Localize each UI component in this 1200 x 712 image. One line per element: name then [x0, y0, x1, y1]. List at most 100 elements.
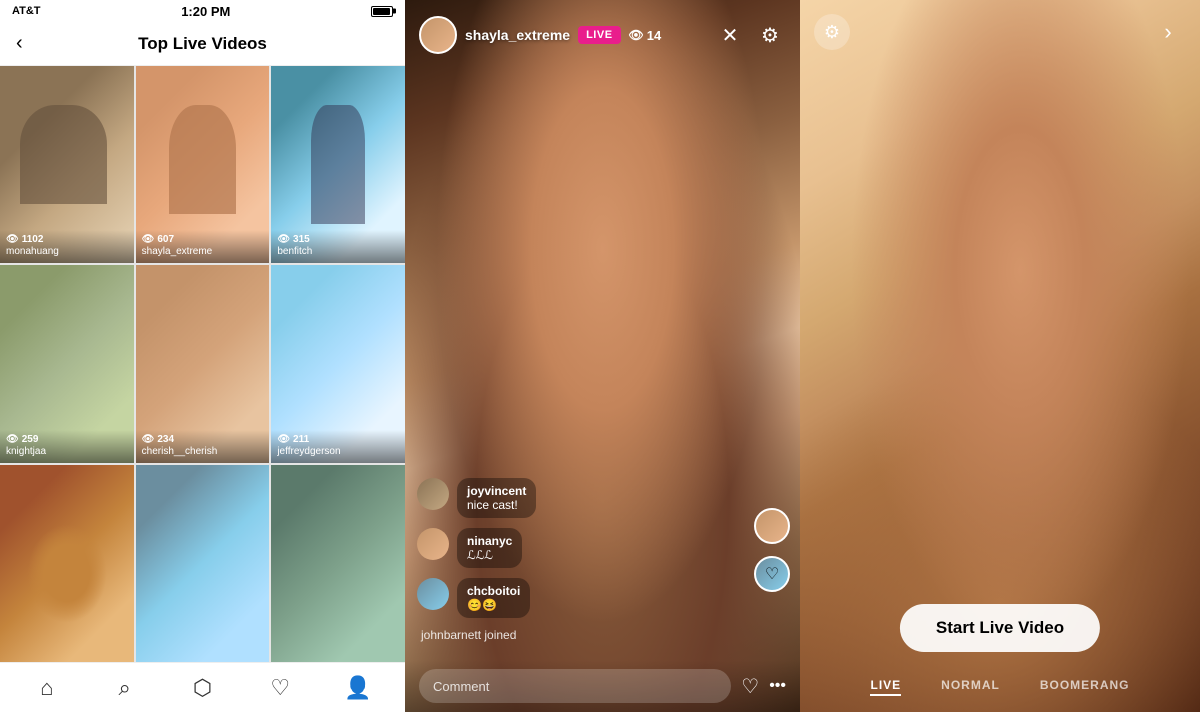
nav-heart[interactable]: ♡ — [258, 666, 302, 710]
right-bottom-tabs: LIVE NORMAL BOOMERANG — [800, 678, 1200, 696]
tab-boomerang[interactable]: BOOMERANG — [1040, 678, 1130, 696]
grid-item-6[interactable]: 👁 211 jeffreydgerson — [271, 265, 405, 462]
grid-item-1[interactable]: 👁 1102 monahuang — [0, 66, 134, 263]
settings-icon: ⚙ — [761, 23, 779, 48]
grid-username-1: monahuang — [6, 246, 128, 257]
tab-live[interactable]: LIVE — [870, 678, 901, 696]
more-button[interactable]: ••• — [769, 677, 786, 695]
comment-user-2: ninanyc — [467, 534, 512, 548]
profile-icon: 👤 — [344, 675, 371, 701]
comment-avatar-3 — [417, 578, 449, 610]
grid-item-5[interactable]: 👁 234 cherish__cherish — [136, 265, 270, 462]
grid-count-4: 👁 259 — [6, 434, 128, 445]
live-badge: LIVE — [578, 26, 620, 44]
close-icon: ✕ — [722, 23, 739, 48]
page-title: Top Live Videos — [138, 34, 267, 54]
live-top-bar: shayla_extreme LIVE 👁 14 ✕ ⚙ — [405, 0, 800, 60]
nav-home[interactable]: ⌂ — [25, 666, 69, 710]
live-comments-area: joyvincent nice cast! ninanyc ℒℒℒ chcboi… — [405, 478, 750, 642]
grid-item-2[interactable]: 👁 607 shayla_extreme — [136, 66, 270, 263]
eye-icon-4: 👁 — [6, 434, 19, 445]
live-reactions-sidebar: ♡ — [754, 508, 790, 592]
video-grid: 👁 1102 monahuang 👁 607 shayla_extreme 👁 … — [0, 66, 405, 662]
start-live-label: Start Live Video — [936, 618, 1064, 637]
right-top-bar: ⚙ › — [814, 14, 1186, 50]
heart-icon: ♡ — [270, 675, 290, 701]
right-settings-icon: ⚙ — [824, 22, 840, 43]
grid-username-3: benfitch — [277, 246, 399, 257]
status-time: 1:20 PM — [181, 4, 230, 19]
comment-user-1: joyvincent — [467, 484, 526, 498]
eye-icon-6: 👁 — [277, 434, 290, 445]
grid-item-7[interactable] — [0, 465, 134, 662]
grid-overlay-4: 👁 259 knightjaa — [0, 430, 134, 463]
live-settings-button[interactable]: ⚙ — [754, 19, 786, 51]
grid-item-9[interactable] — [271, 465, 405, 662]
comment-placeholder: Comment — [433, 679, 489, 694]
right-next-button[interactable]: › — [1150, 14, 1186, 50]
right-settings-button[interactable]: ⚙ — [814, 14, 850, 50]
grid-overlay-2: 👁 607 shayla_extreme — [136, 230, 270, 263]
start-live-video-button[interactable]: Start Live Video — [900, 604, 1100, 652]
grid-overlay-3: 👁 315 benfitch — [271, 230, 405, 263]
comment-item-2: ninanyc ℒℒℒ — [417, 528, 738, 568]
close-live-button[interactable]: ✕ — [714, 19, 746, 51]
status-left: AT&T — [12, 5, 41, 17]
carrier-text: AT&T — [12, 5, 41, 17]
status-bar: AT&T 1:20 PM — [0, 0, 405, 22]
live-bottom-bar: Comment ♡ ••• — [405, 660, 800, 712]
grid-username-6: jeffreydgerson — [277, 446, 399, 457]
comment-item-1: joyvincent nice cast! — [417, 478, 738, 518]
comment-user-3: chcboitoi — [467, 584, 520, 598]
grid-username-4: knightjaa — [6, 446, 128, 457]
join-notice: johnbarnett joined — [417, 628, 738, 642]
comment-avatar-1 — [417, 478, 449, 510]
top-nav: ‹ Top Live Videos — [0, 22, 405, 66]
eye-icon-5: 👁 — [142, 434, 155, 445]
home-icon: ⌂ — [40, 675, 53, 701]
grid-item-3[interactable]: 👁 315 benfitch — [271, 66, 405, 263]
grid-overlay-1: 👁 1102 monahuang — [0, 230, 134, 263]
comment-avatar-2 — [417, 528, 449, 560]
grid-username-5: cherish__cherish — [142, 446, 264, 457]
nav-camera[interactable]: ⬡ — [180, 666, 224, 710]
comment-body-3: chcboitoi 😊😆 — [457, 578, 530, 618]
nav-search[interactable]: ⌕ — [103, 666, 147, 710]
bottom-nav: ⌂ ⌕ ⬡ ♡ 👤 — [0, 662, 405, 712]
grid-item-4[interactable]: 👁 259 knightjaa — [0, 265, 134, 462]
live-streamer-username: shayla_extreme — [465, 27, 570, 43]
grid-overlay-6: 👁 211 jeffreydgerson — [271, 430, 405, 463]
comment-text-3: 😊😆 — [467, 598, 520, 612]
live-streamer-avatar[interactable] — [419, 16, 457, 54]
search-icon: ⌕ — [119, 675, 131, 701]
camera-icon: ⬡ — [193, 675, 212, 701]
comment-text-1: nice cast! — [467, 498, 526, 512]
comment-body-2: ninanyc ℒℒℒ — [457, 528, 522, 568]
left-panel: AT&T 1:20 PM ‹ Top Live Videos 👁 1102 mo… — [0, 0, 405, 712]
status-right — [371, 6, 393, 17]
chevron-right-icon: › — [1164, 19, 1171, 45]
start-live-panel: ⚙ › Start Live Video LIVE NORMAL BOOMERA… — [800, 0, 1200, 712]
viewer-eye-icon: 👁 — [629, 28, 644, 42]
heart-button[interactable]: ♡ — [741, 674, 759, 699]
grid-username-2: shayla_extreme — [142, 246, 264, 257]
comment-item-3: chcboitoi 😊😆 — [417, 578, 738, 618]
comment-text-2: ℒℒℒ — [467, 548, 512, 562]
grid-count-6: 👁 211 — [277, 434, 399, 445]
comment-input[interactable]: Comment — [419, 669, 731, 703]
back-button[interactable]: ‹ — [16, 32, 23, 55]
grid-count-3: 👁 315 — [277, 234, 399, 245]
grid-count-5: 👁 234 — [142, 434, 264, 445]
grid-count-2: 👁 607 — [142, 234, 264, 245]
grid-item-8[interactable] — [136, 465, 270, 662]
comment-body-1: joyvincent nice cast! — [457, 478, 536, 518]
reaction-heart[interactable]: ♡ — [754, 556, 790, 592]
live-viewer-count: 👁 14 — [629, 28, 662, 43]
nav-profile[interactable]: 👤 — [336, 666, 380, 710]
tab-normal[interactable]: NORMAL — [941, 678, 1000, 696]
grid-overlay-5: 👁 234 cherish__cherish — [136, 430, 270, 463]
eye-icon-3: 👁 — [277, 234, 290, 245]
grid-count-1: 👁 1102 — [6, 234, 128, 245]
reaction-avatar-1[interactable] — [754, 508, 790, 544]
eye-icon-2: 👁 — [142, 234, 155, 245]
